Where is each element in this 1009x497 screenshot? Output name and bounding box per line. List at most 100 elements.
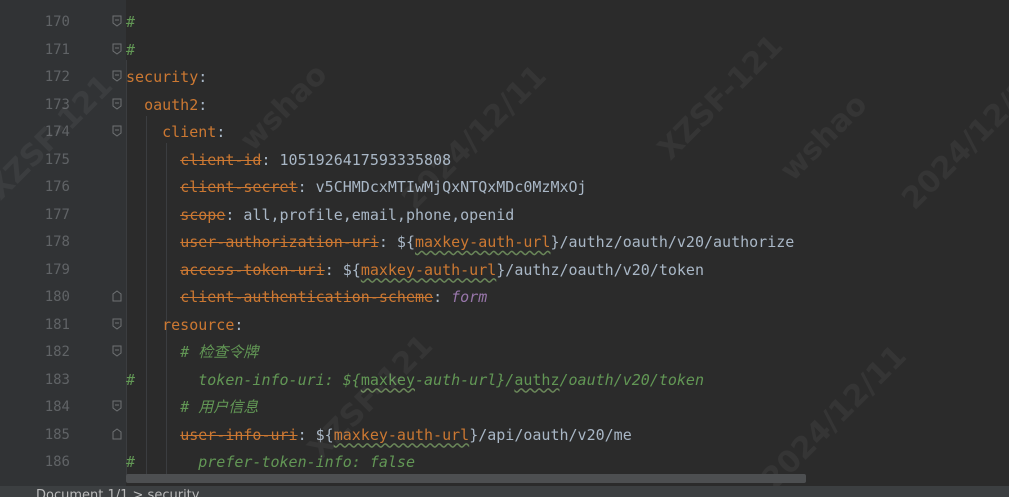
code-text: # 检查令牌: [126, 343, 258, 361]
line-number[interactable]: 184: [36, 399, 70, 415]
line-number[interactable]: 176: [36, 179, 70, 195]
code-line[interactable]: 180 client-authentication-scheme: form: [0, 283, 1009, 311]
code-text: client-secret: v5CHMDcxMTIwMjQxNTQxMDc0M…: [126, 178, 587, 196]
code-token: : v5CHMDcxMTIwMjQxNTQxMDc0MzMxOj: [297, 178, 587, 196]
code-line[interactable]: 183 # token-info-uri: ${maxkey-auth-url}/…: [0, 366, 1009, 394]
line-number[interactable]: 182: [36, 344, 70, 360]
code-line[interactable]: 186 # prefer-token-info: false: [0, 448, 1009, 476]
code-token: : all,profile,email,phone,openid: [225, 205, 515, 224]
fold-marker-icon[interactable]: [112, 70, 122, 82]
fold-marker-icon[interactable]: [112, 15, 122, 27]
code-token: security: [126, 68, 199, 86]
code-token: token-info-uri: ${: [198, 370, 361, 389]
code-text: #: [126, 13, 135, 31]
code-text: scope: all,profile,email,phone,openid: [126, 206, 514, 224]
code-line[interactable]: 179 access-token-uri: ${maxkey-auth-url}…: [0, 256, 1009, 284]
line-number[interactable]: 171: [36, 42, 70, 58]
code-line[interactable]: 177 scope: all,profile,email,phone,openi…: [0, 201, 1009, 229]
line-number[interactable]: 178: [36, 234, 70, 250]
code-token: maxkey-auth-url: [360, 260, 497, 279]
line-number[interactable]: 183: [36, 372, 70, 388]
code-text: resource:: [126, 316, 243, 334]
fold-marker-icon[interactable]: [112, 427, 122, 440]
line-number[interactable]: 180: [36, 289, 70, 305]
code-token: resource: [162, 315, 235, 334]
code-token: # 检查令牌: [180, 343, 259, 361]
code-token: :: [198, 68, 208, 86]
code-token: :: [216, 123, 226, 141]
code-token: client-secret: [180, 178, 298, 196]
horizontal-scrollbar[interactable]: [126, 474, 806, 483]
code-text: # token-info-uri: ${maxkey-auth-url}/aut…: [126, 371, 704, 389]
code-text: oauth2:: [126, 96, 207, 114]
code-line[interactable]: 185 user-info-uri: ${maxkey-auth-url}/ap…: [0, 421, 1009, 449]
line-number[interactable]: 186: [36, 454, 70, 470]
code-text: # 用户信息: [126, 398, 258, 416]
line-number[interactable]: 175: [36, 152, 70, 168]
line-number[interactable]: 170: [36, 14, 70, 30]
code-token: maxkey: [360, 370, 415, 389]
line-number[interactable]: 173: [36, 97, 70, 113]
code-line[interactable]: 176 client-secret: v5CHMDcxMTIwMjQxNTQxM…: [0, 173, 1009, 201]
code-token: -auth-url}/: [415, 370, 515, 389]
fold-marker-icon[interactable]: [112, 318, 122, 330]
code-token: client-id: [180, 150, 262, 169]
fold-marker-icon[interactable]: [112, 43, 122, 55]
fold-marker-icon[interactable]: [112, 345, 122, 357]
line-number[interactable]: 177: [36, 207, 70, 223]
line-number[interactable]: 179: [36, 262, 70, 278]
fold-marker-icon[interactable]: [112, 125, 122, 137]
code-text: client:: [126, 123, 225, 141]
code-token: /oauth/v20/token: [559, 370, 705, 389]
code-text: user-info-uri: ${maxkey-auth-url}/api/oa…: [126, 426, 632, 444]
comment-hash: #: [126, 453, 136, 471]
code-token: : ${: [297, 425, 334, 444]
code-token: client-authentication-scheme: [180, 288, 434, 306]
code-line[interactable]: 181 resource:: [0, 311, 1009, 339]
code-token: scope: [180, 205, 226, 224]
code-token: access-token-uri: [180, 260, 325, 279]
code-line[interactable]: 173 oauth2:: [0, 91, 1009, 119]
code-text: client-authentication-scheme: form: [126, 288, 487, 306]
comment-hash: #: [126, 370, 136, 389]
code-text: # prefer-token-info: false: [126, 453, 415, 471]
code-token: # 用户信息: [180, 398, 259, 416]
line-number[interactable]: 185: [36, 427, 70, 443]
code-token: oauth2: [144, 95, 199, 114]
line-number[interactable]: 181: [36, 317, 70, 333]
code-token: authz: [514, 370, 560, 389]
code-token: prefer-token-info: false: [198, 453, 415, 471]
line-number[interactable]: 174: [36, 124, 70, 140]
fold-marker-icon[interactable]: [112, 290, 122, 302]
code-token: maxkey-auth-url: [415, 233, 551, 251]
code-text: #: [126, 41, 135, 59]
code-text: user-authorization-uri: ${maxkey-auth-ur…: [126, 233, 794, 251]
breadcrumb-bar: Document 1/1 > security: [0, 486, 1009, 497]
code-token: :: [198, 95, 208, 114]
breadcrumb: Document 1/1 > security: [36, 488, 200, 497]
code-line[interactable]: 174 client:: [0, 118, 1009, 146]
code-line[interactable]: 170 #: [0, 8, 1009, 36]
code-token: :: [234, 315, 244, 334]
code-token: client: [162, 123, 217, 141]
code-token: maxkey-auth-url: [333, 425, 470, 444]
code-editor[interactable]: 170 #171 #172 security: 173 oauth2: 174 clien…: [0, 0, 1009, 497]
code-token: form: [451, 288, 488, 306]
fold-marker-icon[interactable]: [112, 400, 122, 412]
code-line[interactable]: 172 security:: [0, 63, 1009, 91]
code-line[interactable]: 184 # 用户信息: [0, 393, 1009, 421]
fold-marker-icon[interactable]: [112, 98, 122, 110]
code-token: : 1051926417593335808: [261, 150, 452, 169]
code-token: user-authorization-uri: [180, 233, 379, 251]
code-line[interactable]: 175 client-id: 1051926417593335808: [0, 146, 1009, 174]
code-line[interactable]: 171 #: [0, 36, 1009, 64]
code-token: : ${: [378, 233, 415, 251]
code-text: client-id: 1051926417593335808: [126, 151, 451, 169]
comment-hash: #: [126, 40, 136, 59]
code-line[interactable]: 178 user-authorization-uri: ${maxkey-aut…: [0, 228, 1009, 256]
code-line[interactable]: 182 # 检查令牌: [0, 338, 1009, 366]
code-token: }/api/oauth/v20/me: [469, 425, 632, 444]
code-token: }/authz/oauth/v20/token: [496, 260, 704, 279]
line-number[interactable]: 172: [36, 69, 70, 85]
code-token: user-info-uri: [180, 425, 298, 444]
